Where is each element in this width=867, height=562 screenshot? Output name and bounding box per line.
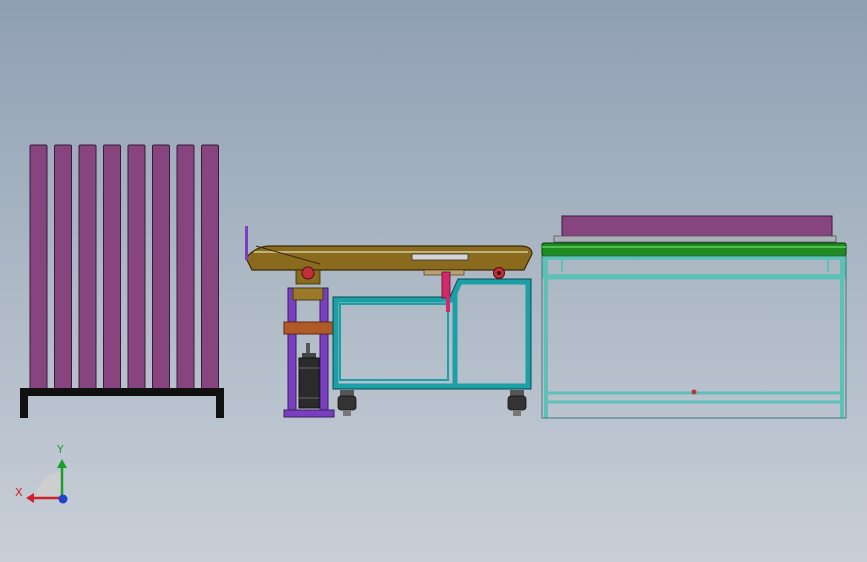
y-axis-label: Y [57, 443, 64, 456]
x-axis-arrowhead [26, 493, 34, 503]
rack-board [152, 144, 170, 390]
rack-board [54, 144, 72, 390]
coordinate-triad [26, 459, 68, 504]
assembly-view[interactable] [0, 0, 867, 562]
conveyor-belt [541, 242, 847, 257]
rack-base [20, 388, 224, 418]
sensor-dot [691, 389, 697, 395]
cart-frame-outline [332, 278, 532, 390]
rack-board [127, 144, 146, 390]
hydraulic-cylinder [298, 343, 320, 409]
z-axis-dot [58, 494, 68, 504]
cart-frame [333, 279, 531, 389]
panel-storage-rack[interactable] [20, 144, 224, 418]
rack-board [103, 144, 121, 390]
roller-conveyor-table[interactable] [541, 215, 847, 419]
y-axis-arrowhead [57, 459, 67, 468]
rack-board [78, 144, 97, 390]
rack-boards [29, 144, 219, 390]
triad-plane [36, 472, 62, 498]
cad-graphics-area[interactable]: X Y [0, 0, 867, 562]
rack-board [29, 144, 48, 390]
x-axis-label: X [15, 486, 23, 499]
caster-wheel-right [507, 390, 527, 416]
caster-wheel-left [337, 390, 357, 416]
rack-board [201, 144, 219, 390]
load-panel [553, 215, 837, 243]
rack-board [176, 144, 195, 390]
tilting-transfer-cart[interactable] [245, 226, 533, 418]
